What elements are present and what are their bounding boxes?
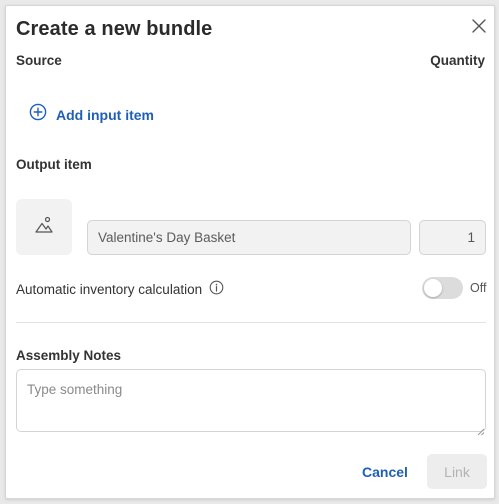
dialog-title: Create a new bundle: [16, 18, 213, 40]
add-input-item-button[interactable]: Add input item: [29, 103, 154, 126]
create-bundle-dialog: Create a new bundle Source Quantity Add …: [5, 5, 495, 499]
assembly-notes-label: Assembly Notes: [16, 348, 122, 363]
add-input-item-label: Add input item: [56, 106, 154, 123]
info-icon[interactable]: [209, 280, 224, 298]
output-quantity-value: 1: [467, 230, 475, 245]
toggle-knob: [424, 279, 442, 297]
assembly-notes-input[interactable]: [16, 369, 486, 432]
plus-circle-icon: [29, 103, 47, 126]
section-divider: [16, 322, 486, 323]
output-item-image[interactable]: [16, 199, 72, 255]
auto-inventory-toggle[interactable]: [422, 277, 463, 299]
output-item-label: Output item: [16, 157, 92, 172]
output-item-name-field[interactable]: Valentine's Day Basket: [87, 220, 411, 255]
quantity-header: Quantity: [430, 53, 485, 68]
link-button[interactable]: Link: [427, 454, 487, 489]
cancel-button[interactable]: Cancel: [354, 455, 416, 489]
output-quantity-field[interactable]: 1: [419, 220, 486, 255]
auto-inventory-label: Automatic inventory calculation: [16, 281, 203, 297]
close-icon[interactable]: [468, 15, 490, 37]
auto-inventory-row: Automatic inventory calculation: [16, 280, 224, 298]
image-placeholder-icon: [34, 215, 54, 240]
source-header: Source: [16, 53, 62, 68]
toggle-state-label: Off: [470, 281, 487, 295]
resize-grip-icon[interactable]: [477, 423, 485, 436]
output-item-name: Valentine's Day Basket: [98, 230, 236, 245]
